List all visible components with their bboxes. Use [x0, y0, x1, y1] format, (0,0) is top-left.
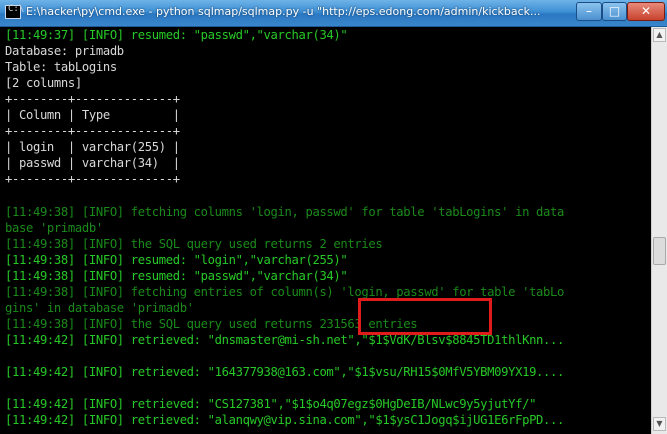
console-line: [2 columns] [5, 76, 82, 90]
scrollbar-thumb[interactable] [653, 237, 666, 265]
console-line: Table: tabLogins [5, 60, 117, 74]
console-line: [11:49:42] [INFO] retrieved: "CS127381",… [5, 397, 537, 411]
maximize-button[interactable]: □ [602, 2, 627, 21]
console-output[interactable]: [11:49:37] [INFO] resumed: "passwd","var… [5, 27, 651, 434]
table-header: | Column | Type | [5, 108, 180, 122]
console-line: [11:49:38] [INFO] resumed: "passwd","var… [5, 269, 348, 283]
scroll-down-arrow-icon[interactable]: ▼ [653, 417, 666, 431]
table-border: +--------+--------------+ [5, 92, 180, 106]
vertical-scrollbar[interactable]: ▲ ▼ [651, 27, 667, 434]
entries-count-line: [11:49:38] [INFO] the SQL query used ret… [5, 317, 418, 331]
scroll-up-arrow-icon[interactable]: ▲ [653, 28, 666, 42]
window-title: E:\hacker\py\cmd.exe - python sqlmap/sql… [26, 5, 541, 18]
table-row: | passwd | varchar(34) | [5, 156, 180, 170]
window-titlebar[interactable]: C:\ E:\hacker\py\cmd.exe - python sqlmap… [0, 0, 667, 27]
table-border: +--------+--------------+ [5, 172, 180, 186]
console-line: gins' in database 'primadb' [5, 301, 194, 315]
console-line: Database: primadb [5, 44, 124, 58]
console-line: [11:49:42] [INFO] retrieved: "dnsmaster@… [5, 333, 565, 347]
cmd-icon: C:\ [5, 4, 24, 19]
console-line: [11:49:38] [INFO] fetching entries of co… [5, 285, 565, 299]
console-line: [11:49:37] [INFO] resumed: "passwd","var… [5, 28, 348, 42]
console-line: base 'primadb' [5, 221, 103, 235]
console-line: [11:49:42] [INFO] retrieved: "alanqwy@vi… [5, 413, 565, 427]
minimize-button[interactable]: – [576, 2, 602, 21]
close-button[interactable]: ✕ [627, 2, 665, 21]
table-border: +--------+--------------+ [5, 124, 180, 138]
console-line: [11:49:38] [INFO] the SQL query used ret… [5, 237, 383, 251]
table-row: | login | varchar(255) | [5, 140, 180, 154]
console-line: [11:49:38] [INFO] fetching columns 'logi… [5, 205, 565, 219]
console-line: [11:49:42] [INFO] retrieved: "164377938@… [5, 365, 565, 379]
console-line: [11:49:38] [INFO] resumed: "login","varc… [5, 253, 348, 267]
